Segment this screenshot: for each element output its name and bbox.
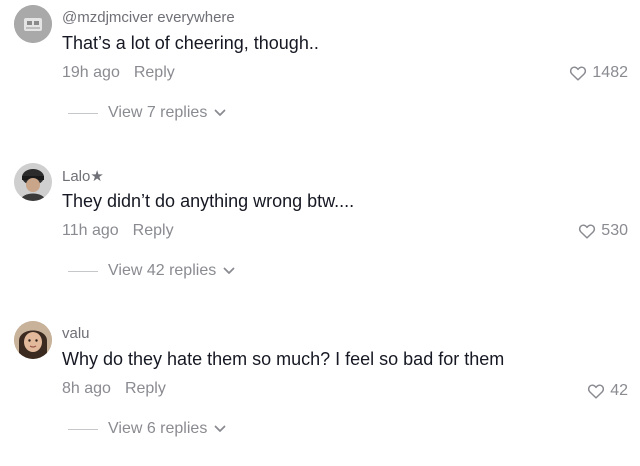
view-replies-label: View 42 replies [108,262,217,279]
chevron-down-icon [214,425,226,432]
divider-line [68,112,98,114]
comment-username[interactable]: @mzdjmciver everywhere [62,9,235,26]
view-replies-button[interactable]: View 42 replies [68,262,235,280]
like-button[interactable]: 530 [578,222,628,240]
comment-item: valu Why do they hate them so much? I fe… [0,316,640,466]
like-count: 42 [610,382,628,399]
heart-outline-icon [588,384,605,399]
comment-item: Lalo★ They didn’t do anything wrong btw.… [0,158,640,308]
comment-meta: 19h ago Reply [62,64,175,82]
chevron-down-icon [214,109,226,116]
comment-item: @mzdjmciver everywhere That’s a lot of c… [0,0,640,150]
avatar[interactable] [14,163,52,201]
heart-outline-icon [570,66,587,81]
comment-text: Why do they hate them so much? I feel so… [62,349,505,369]
comment-username[interactable]: valu [62,325,90,342]
view-replies-label: View 6 replies [108,420,208,437]
reply-button[interactable]: Reply [133,222,174,239]
avatar[interactable] [14,5,52,43]
reply-button[interactable]: Reply [134,64,175,81]
comment-meta: 11h ago Reply [62,222,174,240]
chevron-down-icon [223,267,235,274]
comment-timestamp: 11h ago [62,222,119,239]
divider-line [68,428,98,430]
like-button[interactable]: 1482 [569,64,628,82]
view-replies-button[interactable]: View 7 replies [68,104,226,122]
heart-outline-icon [579,224,596,239]
comment-username[interactable]: Lalo★ [62,167,104,185]
divider-line [68,270,98,272]
avatar[interactable] [14,321,52,359]
comment-meta: 8h ago Reply [62,380,166,398]
like-count: 530 [601,222,628,239]
comment-timestamp: 19h ago [62,64,120,81]
comment-text: They didn’t do anything wrong btw.... [62,191,355,211]
reply-button[interactable]: Reply [125,380,166,397]
like-button[interactable]: 42 [587,382,628,400]
comment-text: That’s a lot of cheering, though.. [62,33,319,53]
view-replies-label: View 7 replies [108,104,208,121]
like-count: 1482 [592,64,628,81]
view-replies-button[interactable]: View 6 replies [68,420,226,438]
comment-timestamp: 8h ago [62,380,111,397]
